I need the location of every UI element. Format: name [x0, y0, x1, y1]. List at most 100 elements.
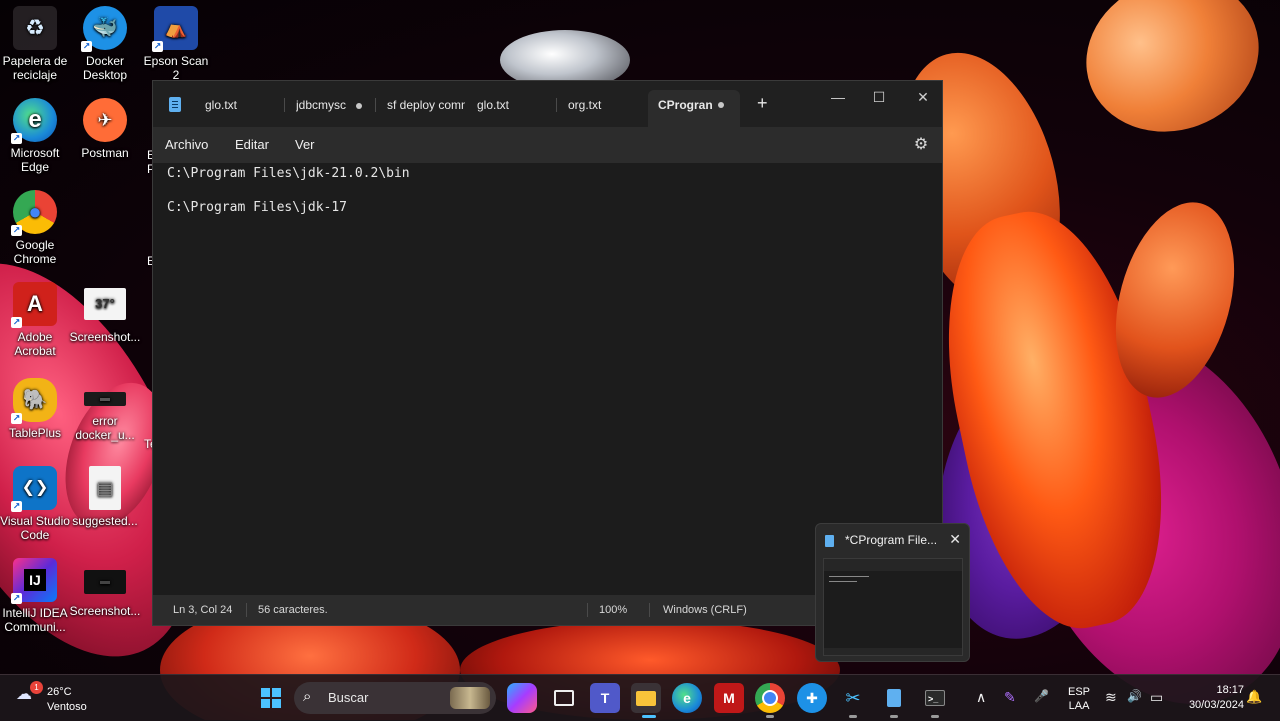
preview-close-button[interactable]: ✕ [949, 531, 961, 548]
close-button[interactable]: ✕ [903, 85, 942, 109]
desktop-icon-suggested[interactable]: ▤ suggested... [69, 466, 141, 528]
desktop-icon-epson-scan[interactable]: ⛺ ↗ Epson Scan 2 [139, 6, 213, 82]
tab-separator [556, 98, 557, 112]
menu-view[interactable]: Ver [295, 127, 315, 163]
tableplus-icon: 🐘 ↗ [11, 378, 57, 424]
preview-title: *CProgram File... [845, 533, 938, 547]
active-indicator [642, 715, 656, 718]
notification-bell-icon[interactable]: 🔔 [1246, 689, 1262, 705]
search-placeholder: Buscar [328, 690, 369, 705]
browser-extension-icon[interactable]: ✚ [797, 683, 827, 713]
show-hidden-icons-chevron-icon[interactable]: ∧ [976, 689, 986, 706]
desktop-icon-docker[interactable]: 🐳 ↗ Docker Desktop [69, 6, 141, 82]
shortcut-arrow-icon: ↗ [11, 413, 22, 424]
tab-cprogram-active[interactable]: CProgran [648, 90, 740, 127]
terminal-icon[interactable]: >_ [920, 683, 950, 713]
menu-edit[interactable]: Editar [235, 127, 269, 163]
chrome-taskbar-icon[interactable] [755, 683, 785, 713]
snipping-tool-icon[interactable]: ✂ [838, 683, 868, 713]
desktop-icon-recycle-bin[interactable]: ♻ Papelera de reciclaje [0, 6, 71, 82]
wallpaper-shape [1064, 0, 1280, 156]
image-file-icon: 37° [84, 288, 126, 320]
language-code: ESP [1068, 686, 1091, 698]
desktop-icon-tableplus[interactable]: 🐘 ↗ TablePlus [0, 378, 71, 440]
edge-taskbar-icon[interactable]: e [672, 683, 702, 713]
mcafee-icon[interactable]: M [714, 683, 744, 713]
thumbnail-line [829, 576, 869, 577]
desktop-icon-label: Visual Studio [0, 514, 70, 528]
shortcut-arrow-icon: ↗ [11, 225, 22, 236]
clock[interactable]: 18:17 30/03/2024 [1176, 683, 1244, 713]
desktop-icon-label: Postman [81, 146, 129, 160]
image-file-icon: ▬ [84, 570, 126, 594]
taskbar: ☁ 1 26°C Ventoso ⌕ Buscar T e M ✚ ✂ >_ ∧… [0, 674, 1280, 721]
teams-icon[interactable]: T [590, 683, 620, 713]
docker-icon: 🐳 ↗ [81, 6, 127, 52]
taskbar-search[interactable]: ⌕ Buscar [294, 682, 496, 714]
desktop-icon-postman[interactable]: ✈ Postman [69, 98, 141, 160]
desktop-icon-label: Epson Scan 2 [143, 54, 209, 82]
intellij-icon: IJ ↗ [11, 558, 57, 604]
volume-icon[interactable]: 🔊 [1127, 689, 1142, 703]
file-explorer-icon[interactable] [631, 683, 661, 713]
tab-label: sf deploy comm [387, 98, 465, 112]
menu-file[interactable]: Archivo [165, 127, 208, 163]
tab-org-txt[interactable]: org.txt [568, 92, 648, 118]
desktop-icon-screenshot-2[interactable]: ▬ Screenshot... [69, 570, 141, 618]
tab-jdbcmysc[interactable]: jdbcmysc [296, 92, 376, 118]
minimize-button[interactable]: — [818, 85, 858, 109]
desktop-icon-label: Adobe [17, 330, 53, 344]
notification-badge: 1 [30, 681, 43, 694]
unsaved-dot-icon [356, 103, 362, 109]
desktop-icon-label: error [92, 414, 118, 428]
desktop-icon-label: Screenshot... [69, 604, 141, 618]
maximize-button[interactable]: ☐ [859, 85, 899, 109]
shortcut-arrow-icon: ↗ [81, 41, 92, 52]
desktop-icon-label: Papelera de [2, 54, 68, 68]
clock-date: 30/03/2024 [1188, 699, 1244, 711]
language-indicator[interactable]: ESP LAA [1068, 685, 1090, 713]
desktop-icon-label: Screenshot... [69, 330, 141, 344]
desktop-icon-screenshot-1[interactable]: 37° Screenshot... [69, 288, 141, 344]
settings-gear-icon[interactable]: ⚙ [912, 136, 930, 154]
line-ending[interactable]: Windows (CRLF) [663, 595, 747, 625]
running-indicator [766, 715, 774, 718]
desktop-icon-acrobat[interactable]: A ↗ Adobe Acrobat [0, 282, 71, 358]
copilot-icon[interactable] [507, 683, 537, 713]
desktop-icon-label: IntelliJ IDEA [2, 606, 68, 620]
editor-line: C:\Program Files\jdk-17 [167, 200, 348, 215]
title-bar[interactable]: glo.txt jdbcmysc sf deploy comm glo.txt … [153, 81, 942, 127]
tab-separator [375, 98, 376, 112]
tab-glo-txt-2[interactable]: glo.txt [477, 92, 557, 118]
shortcut-arrow-icon: ↗ [152, 41, 163, 52]
running-indicator [890, 715, 898, 718]
status-separator [246, 603, 247, 617]
thumbnail-line [829, 581, 857, 582]
desktop-icon-label: Microsoft [10, 146, 60, 160]
desktop-icon-chrome[interactable]: ● ↗ Google Chrome [0, 190, 71, 266]
zoom-level[interactable]: 100% [599, 595, 627, 625]
desktop-icon-label: Desktop [82, 68, 128, 82]
notepad-taskbar-icon[interactable] [879, 683, 909, 713]
desktop-icon-vscode[interactable]: ❮❯ ↗ Visual Studio Code [0, 466, 71, 542]
preview-thumbnail[interactable] [823, 558, 963, 656]
pen-icon[interactable]: ✎ [1004, 689, 1016, 706]
tab-sf-deploy[interactable]: sf deploy comm [387, 92, 465, 118]
tab-glo-txt[interactable]: glo.txt [205, 92, 285, 118]
taskbar-preview[interactable]: *CProgram File... ✕ [815, 523, 970, 662]
start-button[interactable] [256, 683, 286, 713]
desktop-icon-intellij[interactable]: IJ ↗ IntelliJ IDEA Communi... [0, 558, 71, 634]
desktop-icon-error-docker[interactable]: ▬ error docker_u... [69, 392, 141, 442]
edge-icon: e ↗ [11, 98, 57, 144]
wifi-icon[interactable]: ≋ [1105, 689, 1117, 706]
new-tab-button[interactable]: + [757, 93, 768, 114]
status-separator [649, 603, 650, 617]
chrome-center-glyph [762, 690, 778, 706]
chrome-icon: ● ↗ [11, 190, 57, 236]
battery-icon[interactable]: ▭ [1150, 689, 1163, 706]
search-icon: ⌕ [303, 688, 312, 705]
microphone-icon[interactable]: 🎤 [1034, 689, 1049, 703]
tab-label: glo.txt [477, 98, 510, 112]
desktop-icon-edge[interactable]: e ↗ Microsoft Edge [0, 98, 71, 174]
task-view-icon[interactable] [549, 683, 579, 713]
